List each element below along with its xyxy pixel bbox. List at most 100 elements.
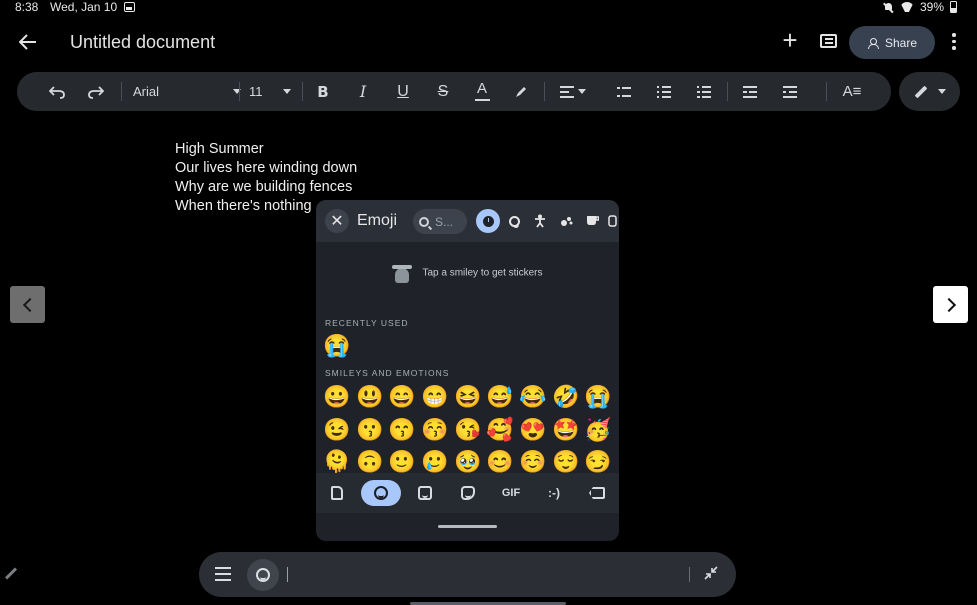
sticker-icon — [392, 262, 413, 284]
document-title[interactable]: Untitled document — [70, 32, 215, 53]
paw-icon — [560, 216, 572, 226]
emoji-search-input[interactable]: S... — [413, 209, 467, 234]
clock-icon — [482, 215, 494, 227]
emoji-key[interactable]: 🥹 — [454, 449, 481, 475]
status-date: Wed, Jan 10 — [50, 0, 118, 14]
strikethrough-icon[interactable]: S — [433, 80, 453, 103]
emoji-panel-header: ✕ Emoji S... — [316, 200, 619, 242]
bold-icon[interactable]: B — [313, 80, 333, 103]
emoji-toggle-button[interactable] — [247, 559, 279, 591]
emoji-key[interactable]: 🤣 — [552, 384, 579, 410]
people-category-tab[interactable] — [529, 210, 551, 232]
italic-icon[interactable]: I — [353, 80, 373, 103]
emoticons-tab[interactable]: :-) — [539, 480, 569, 506]
emoji-key[interactable]: 🤩 — [552, 417, 579, 443]
text-format-icon[interactable]: A≡ — [841, 80, 863, 103]
align-menu[interactable] — [558, 80, 588, 103]
emoji-key[interactable]: 🥲 — [421, 449, 448, 475]
gif-tab[interactable]: GIF — [496, 480, 526, 506]
cup-icon — [586, 216, 599, 225]
font-size-select[interactable]: 11 — [249, 80, 291, 103]
emoji-panel-tabs: GIF :-) — [316, 473, 619, 513]
numbered-list-icon[interactable] — [694, 80, 714, 103]
editing-mode-button[interactable] — [899, 72, 960, 111]
share-label: Share — [884, 35, 918, 50]
bulleted-list-icon[interactable] — [654, 80, 674, 103]
emoji-key[interactable]: 😀 — [323, 384, 350, 410]
emoji-key[interactable]: 😃 — [356, 384, 383, 410]
emoji-key[interactable]: 😁 — [421, 384, 448, 410]
document-line: Why are we building fences — [175, 179, 353, 195]
emoji-kitchen-tab[interactable] — [414, 480, 436, 506]
redo-icon[interactable] — [84, 80, 108, 103]
activity-category-tab[interactable] — [605, 210, 619, 232]
close-icon[interactable]: ✕ — [325, 209, 349, 233]
comment-icon[interactable] — [820, 34, 837, 48]
emoji-key[interactable]: 🥳 — [584, 417, 611, 443]
smileys-category-tab[interactable] — [503, 210, 525, 232]
search-icon — [419, 216, 429, 227]
clipboard-tab[interactable] — [326, 480, 348, 506]
font-size-value: 11 — [249, 84, 263, 99]
emoji-key[interactable]: 😆 — [454, 384, 481, 410]
backspace-icon — [589, 487, 605, 499]
stickers-tab[interactable] — [457, 480, 479, 506]
insert-plus-icon[interactable]: + — [779, 27, 801, 53]
menu-icon[interactable] — [215, 567, 231, 581]
font-family-select[interactable]: Arial — [133, 80, 241, 103]
emoji-key[interactable]: 🙂 — [388, 449, 415, 475]
emoji-key[interactable]: 😘 — [454, 417, 481, 443]
backspace-button[interactable] — [586, 480, 608, 506]
text-color-icon[interactable]: A — [472, 80, 492, 103]
emoji-key[interactable]: 🫠 — [323, 449, 350, 475]
emoji-key[interactable]: 😭 — [584, 384, 611, 410]
increase-indent-icon[interactable] — [780, 80, 800, 103]
emoji-key[interactable]: 😅 — [486, 384, 513, 410]
emoji-key[interactable]: 😏 — [584, 449, 611, 475]
share-button[interactable]: Share — [849, 26, 935, 59]
pencil-icon — [914, 85, 927, 98]
chevron-right-icon — [941, 297, 956, 312]
undo-icon[interactable] — [45, 80, 69, 103]
emoji-key[interactable]: 😭 — [323, 333, 350, 359]
drag-handle[interactable] — [438, 525, 497, 528]
recent-category-tab[interactable] — [476, 209, 500, 233]
activity-icon — [608, 215, 617, 227]
wifi-icon — [900, 2, 914, 12]
chevron-down-icon — [283, 89, 291, 94]
smileys-heading: SMILEYS AND EMOTIONS — [325, 368, 450, 378]
food-category-tab[interactable] — [581, 210, 603, 232]
person-icon — [535, 214, 545, 228]
emoji-key[interactable]: ☺️ — [519, 449, 546, 475]
emoji-key[interactable]: 😂 — [519, 384, 546, 410]
decrease-indent-icon[interactable] — [740, 80, 760, 103]
align-left-icon — [560, 85, 574, 98]
emoji-key[interactable]: 😍 — [519, 417, 546, 443]
smiley-icon — [508, 215, 520, 228]
more-options-icon[interactable] — [949, 33, 959, 53]
collapse-icon[interactable] — [703, 566, 719, 582]
emoji-key[interactable]: 😊 — [486, 449, 513, 475]
emoji-panel: ✕ Emoji S... Tap a smiley to get sticker… — [316, 200, 619, 541]
previous-arrow-button[interactable] — [10, 286, 45, 323]
bar-divider — [689, 567, 690, 582]
emoji-key[interactable]: 😙 — [388, 417, 415, 443]
animals-category-tab[interactable] — [555, 210, 577, 232]
underline-icon[interactable]: U — [393, 80, 413, 103]
emoji-key[interactable]: 😗 — [356, 417, 383, 443]
back-button[interactable] — [16, 30, 40, 54]
sticker-hint-text: Tap a smiley to get stickers — [422, 267, 543, 279]
emoji-key[interactable]: 😚 — [421, 417, 448, 443]
emoji-key[interactable]: 🙃 — [356, 449, 383, 475]
toolbar-divider — [121, 82, 122, 101]
emoji-key[interactable]: 😄 — [388, 384, 415, 410]
checklist-icon[interactable] — [614, 80, 634, 103]
emoji-key[interactable]: 🥰 — [486, 417, 513, 443]
emoji-tab[interactable] — [361, 480, 401, 506]
next-arrow-button[interactable] — [933, 286, 968, 323]
emoji-key[interactable]: 😉 — [323, 417, 350, 443]
pen-icon[interactable] — [4, 567, 18, 580]
battery-percent: 39% — [919, 0, 944, 14]
highlight-pen-icon[interactable] — [511, 80, 531, 103]
emoji-key[interactable]: 😌 — [552, 449, 579, 475]
